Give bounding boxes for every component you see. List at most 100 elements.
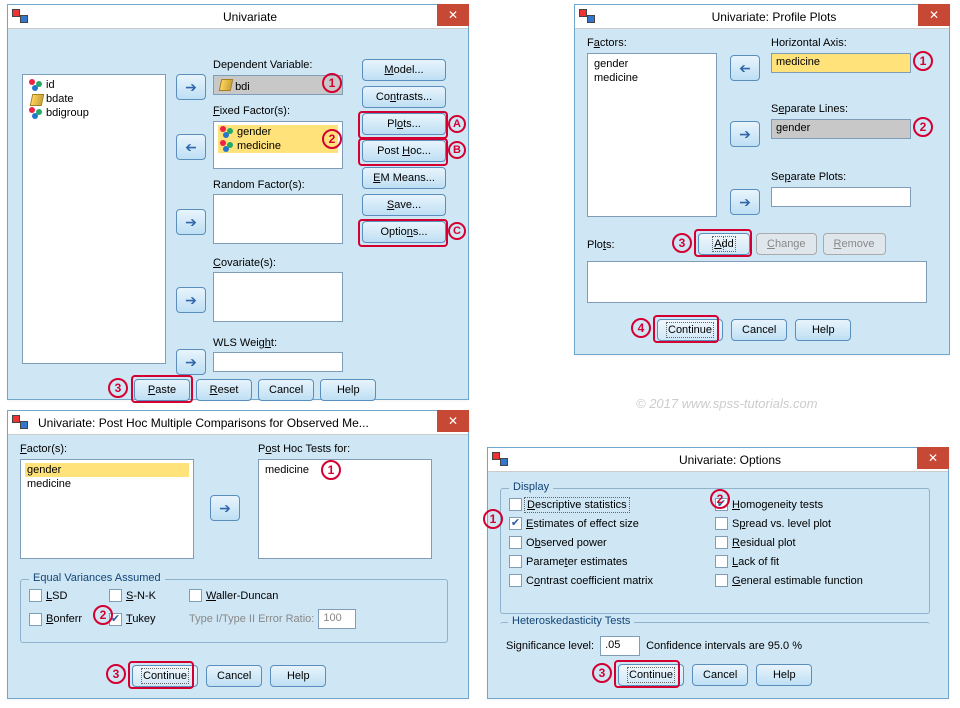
titlebar: Univariate: Post Hoc Multiple Comparison…: [8, 411, 468, 435]
paste-button[interactable]: Paste: [134, 379, 190, 401]
move-wls-button[interactable]: ➔: [176, 349, 206, 375]
list-item[interactable]: gender: [25, 463, 189, 477]
close-icon[interactable]: ✕: [917, 447, 949, 469]
wls-weight-label: WLS Weight:: [213, 337, 277, 349]
move-random-button[interactable]: ➔: [176, 209, 206, 235]
nominal-icon: [29, 79, 43, 91]
dependent-variable-box[interactable]: bdi: [213, 75, 343, 95]
help-button[interactable]: Help: [270, 665, 326, 687]
continue-button[interactable]: Continue: [657, 319, 723, 341]
list-item[interactable]: medicine: [25, 477, 189, 491]
scale-icon: [218, 78, 232, 90]
source-variable-list[interactable]: id bdate bdigroup: [22, 74, 166, 364]
spread-checkbox[interactable]: Spread vs. level plot: [715, 516, 921, 531]
titlebar: Univariate: Profile Plots ✕: [575, 5, 949, 29]
arrow-left-icon: ➔: [185, 140, 197, 154]
help-button[interactable]: Help: [756, 664, 812, 686]
emmeans-button[interactable]: EM Means...: [362, 167, 446, 189]
reset-button[interactable]: Reset: [196, 379, 252, 401]
tukey-checkbox[interactable]: Tukey: [109, 612, 189, 627]
separate-lines-box[interactable]: gender: [771, 119, 911, 139]
ratio-label: Type I/Type II Error Ratio:: [189, 613, 314, 625]
model-button[interactable]: Model...: [362, 59, 446, 81]
lsd-checkbox[interactable]: LSD: [29, 588, 109, 603]
separate-plots-box[interactable]: [771, 187, 911, 207]
bonferroni-checkbox[interactable]: Bonferr: [29, 612, 109, 627]
display-legend: Display: [509, 481, 553, 493]
move-covariate-button[interactable]: ➔: [176, 287, 206, 313]
cancel-button[interactable]: Cancel: [206, 665, 262, 687]
app-icon: [12, 9, 28, 25]
cancel-button[interactable]: Cancel: [692, 664, 748, 686]
close-icon[interactable]: ✕: [918, 4, 950, 26]
contrasts-button[interactable]: Contrasts...: [362, 86, 446, 108]
parameter-estimates-checkbox[interactable]: Parameter estimates: [509, 554, 715, 569]
general-estimable-checkbox[interactable]: General estimable function: [715, 573, 921, 588]
annotation-3: 3: [672, 233, 692, 253]
annotation-B: B: [448, 141, 466, 159]
wls-weight-box[interactable]: [213, 352, 343, 372]
fixed-factors-list[interactable]: gender medicine: [213, 121, 343, 169]
move-fixed-button[interactable]: ➔: [176, 134, 206, 160]
help-button[interactable]: Help: [795, 319, 851, 341]
save-button[interactable]: Save...: [362, 194, 446, 216]
remove-button: Remove: [823, 233, 886, 255]
continue-button[interactable]: Continue: [132, 665, 198, 687]
window-title: Univariate: Options: [512, 453, 948, 467]
list-item[interactable]: gender: [592, 57, 712, 71]
help-button[interactable]: Help: [320, 379, 376, 401]
titlebar: Univariate ✕: [8, 5, 468, 29]
covariates-list[interactable]: [213, 272, 343, 322]
list-item[interactable]: id: [27, 78, 161, 92]
annotation-A: A: [448, 115, 466, 133]
plots-list[interactable]: [587, 261, 927, 303]
horizontal-axis-box[interactable]: medicine: [771, 53, 911, 73]
move-posthoc-button[interactable]: ➔: [210, 495, 240, 521]
descriptives-checkbox[interactable]: Descriptive statistics: [509, 497, 715, 512]
annotation-C: C: [448, 222, 466, 240]
continue-button[interactable]: Continue: [618, 664, 684, 686]
move-sepplots-button[interactable]: ➔: [730, 189, 760, 215]
nominal-icon: [220, 140, 234, 152]
factors-list[interactable]: gender medicine: [20, 459, 194, 559]
watermark: © 2017 www.spss-tutorials.com: [636, 396, 818, 411]
waller-checkbox[interactable]: Waller-Duncan: [189, 588, 389, 603]
posthoc-tests-list[interactable]: medicine: [258, 459, 432, 559]
contrast-coef-checkbox[interactable]: Contrast coefficient matrix: [509, 573, 715, 588]
fixed-factors-label: Fixed Factor(s):: [213, 105, 290, 117]
snk-checkbox[interactable]: S-N-K: [109, 588, 189, 603]
close-icon[interactable]: ✕: [437, 4, 469, 26]
cancel-button[interactable]: Cancel: [258, 379, 314, 401]
posthoc-button[interactable]: Post Hoc...: [362, 140, 446, 162]
arrow-right-icon: ➔: [185, 80, 197, 94]
sig-level-input[interactable]: .05: [600, 636, 640, 656]
move-haxis-button[interactable]: ➔: [730, 55, 760, 81]
list-item[interactable]: medicine: [263, 463, 427, 477]
nominal-icon: [29, 107, 43, 119]
list-item[interactable]: medicine: [218, 139, 338, 153]
factors-label: Factor(s):: [20, 443, 67, 455]
list-item[interactable]: bdate: [27, 92, 161, 106]
move-seplines-button[interactable]: ➔: [730, 121, 760, 147]
list-item[interactable]: medicine: [592, 71, 712, 85]
close-icon[interactable]: ✕: [437, 410, 469, 432]
residual-plot-checkbox[interactable]: Residual plot: [715, 535, 921, 550]
arrow-right-icon: ➔: [219, 501, 231, 515]
move-dv-button[interactable]: ➔: [176, 74, 206, 100]
effect-size-checkbox[interactable]: Estimates of effect size: [509, 516, 715, 531]
plots-button[interactable]: Plots...: [362, 113, 446, 135]
nominal-icon: [220, 126, 234, 138]
options-button[interactable]: Options...: [362, 221, 446, 243]
factors-list[interactable]: gender medicine: [587, 53, 717, 217]
list-item[interactable]: bdigroup: [27, 106, 161, 120]
annotation-4: 4: [631, 318, 651, 338]
homogeneity-checkbox[interactable]: Homogeneity tests: [715, 497, 921, 512]
list-item[interactable]: gender: [218, 125, 338, 139]
app-icon: [492, 452, 508, 468]
add-button[interactable]: Add: [698, 233, 750, 255]
cancel-button[interactable]: Cancel: [731, 319, 787, 341]
lack-of-fit-checkbox[interactable]: Lack of fit: [715, 554, 921, 569]
observed-power-checkbox[interactable]: Observed power: [509, 535, 715, 550]
dependent-variable-label: Dependent Variable:: [213, 59, 312, 71]
random-factors-list[interactable]: [213, 194, 343, 244]
